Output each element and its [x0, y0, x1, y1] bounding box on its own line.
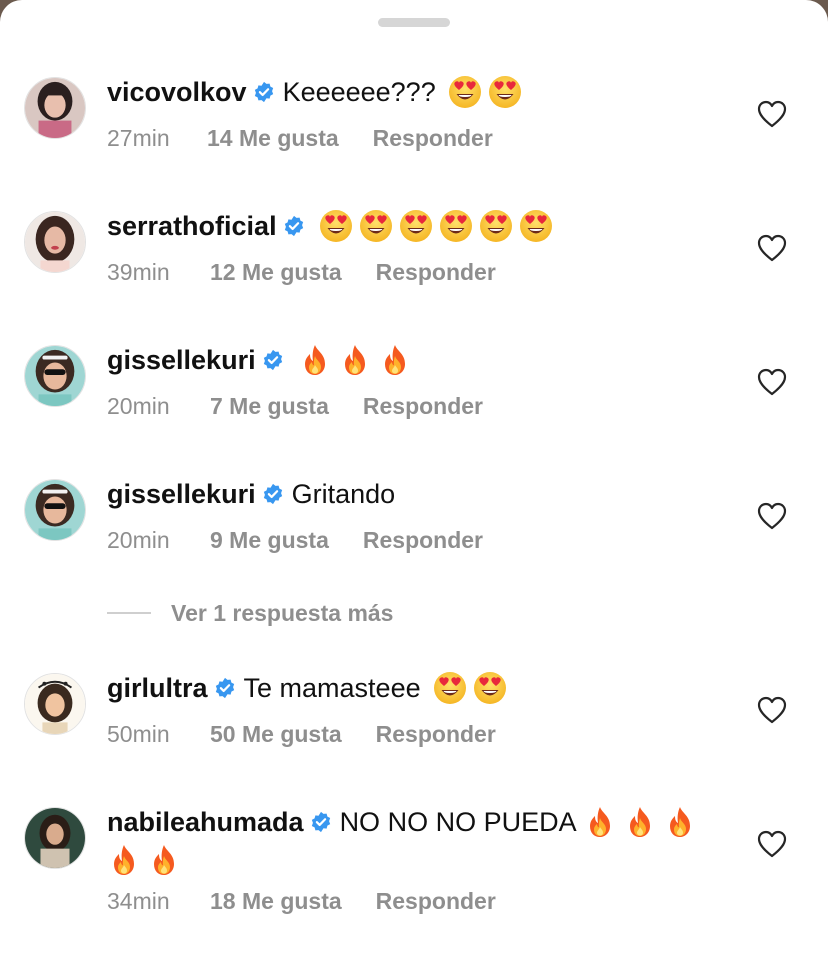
username[interactable]: serrathoficial	[107, 211, 277, 242]
comment-text: NO NO NO PUEDA	[339, 806, 577, 837]
reply-button[interactable]: Responder	[376, 888, 496, 915]
fire-emoji-icon	[623, 805, 657, 839]
like-heart-icon[interactable]	[757, 502, 787, 530]
comment-line: vicovolkov Keeeeee???	[107, 72, 728, 112]
comment-line-continued	[107, 840, 181, 880]
avatar[interactable]	[24, 77, 86, 139]
avatar[interactable]	[24, 211, 86, 273]
comment-meta: 20min 7 Me gusta Responder	[107, 389, 483, 423]
heart-eyes-emoji-icon	[319, 209, 353, 243]
avatar[interactable]	[24, 807, 86, 869]
comment-meta: 27min 14 Me gusta Responder	[107, 121, 493, 155]
reply-button[interactable]: Responder	[363, 527, 483, 554]
fire-emoji-icon	[338, 343, 372, 377]
username[interactable]: girlultra	[107, 673, 208, 704]
verified-badge-icon	[254, 81, 273, 103]
likes-count[interactable]: 18 Me gusta	[210, 888, 342, 915]
verified-badge-icon	[284, 215, 303, 237]
like-heart-icon[interactable]	[757, 830, 787, 858]
view-more-replies[interactable]: Ver 1 respuesta más	[107, 596, 393, 630]
comment-meta: 39min 12 Me gusta Responder	[107, 255, 496, 289]
fire-emoji-icon	[298, 343, 332, 377]
timestamp: 39min	[107, 258, 170, 285]
likes-count[interactable]: 50 Me gusta	[210, 721, 342, 748]
emoji-group	[442, 75, 522, 109]
fire-emoji-icon	[147, 843, 181, 877]
timestamp: 20min	[107, 392, 170, 419]
heart-eyes-emoji-icon	[433, 671, 467, 705]
heart-eyes-emoji-icon	[473, 671, 507, 705]
like-heart-icon[interactable]	[757, 696, 787, 724]
reply-button[interactable]: Responder	[363, 393, 483, 420]
view-more-label: Ver 1 respuesta más	[171, 599, 394, 626]
reply-button[interactable]: Responder	[376, 259, 496, 286]
comment-line: nabileahumada NO NO NO PUEDA	[107, 802, 728, 842]
emoji-group	[292, 343, 412, 377]
emoji-group	[101, 843, 181, 877]
comment-text: Gritando	[291, 478, 396, 509]
comment-line: gissellekuri Gritando	[107, 474, 728, 514]
heart-eyes-emoji-icon	[359, 209, 393, 243]
like-heart-icon[interactable]	[757, 234, 787, 262]
timestamp: 20min	[107, 526, 170, 553]
likes-count[interactable]: 12 Me gusta	[210, 259, 342, 286]
comment-text: Keeeeee???	[282, 76, 436, 107]
heart-eyes-emoji-icon	[479, 209, 513, 243]
username[interactable]: nabileahumada	[107, 807, 304, 838]
username[interactable]: vicovolkov	[107, 77, 247, 108]
comment-meta: 34min 18 Me gusta Responder	[107, 884, 496, 918]
comment-meta: 50min 50 Me gusta Responder	[107, 717, 496, 751]
emoji-group	[427, 671, 507, 705]
emoji-group	[313, 209, 553, 243]
fire-emoji-icon	[663, 805, 697, 839]
comment-line: gissellekuri	[107, 340, 728, 380]
comment-text: Te mamasteee	[243, 672, 421, 703]
reply-button[interactable]: Responder	[373, 125, 493, 152]
avatar[interactable]	[24, 673, 86, 735]
drag-handle[interactable]	[378, 18, 450, 27]
fire-emoji-icon	[107, 843, 141, 877]
username[interactable]: gissellekuri	[107, 345, 256, 376]
verified-badge-icon	[263, 349, 282, 371]
comments-sheet: vicovolkov Keeeeee??? 27min 14 Me gusta …	[0, 0, 828, 961]
likes-count[interactable]: 14 Me gusta	[207, 125, 339, 152]
timestamp: 34min	[107, 887, 170, 914]
timestamp: 50min	[107, 720, 170, 747]
replies-divider	[107, 612, 151, 614]
emoji-group	[577, 805, 697, 839]
reply-button[interactable]: Responder	[376, 721, 496, 748]
heart-eyes-emoji-icon	[488, 75, 522, 109]
avatar[interactable]	[24, 479, 86, 541]
like-heart-icon[interactable]	[757, 368, 787, 396]
heart-eyes-emoji-icon	[439, 209, 473, 243]
comment-meta: 20min 9 Me gusta Responder	[107, 523, 483, 557]
comment-line: girlultra Te mamasteee	[107, 668, 728, 708]
timestamp: 27min	[107, 124, 170, 151]
likes-count[interactable]: 9 Me gusta	[210, 527, 329, 554]
likes-count[interactable]: 7 Me gusta	[210, 393, 329, 420]
heart-eyes-emoji-icon	[448, 75, 482, 109]
verified-badge-icon	[215, 677, 234, 699]
heart-eyes-emoji-icon	[519, 209, 553, 243]
avatar[interactable]	[24, 345, 86, 407]
verified-badge-icon	[311, 811, 330, 833]
heart-eyes-emoji-icon	[399, 209, 433, 243]
verified-badge-icon	[263, 483, 282, 505]
fire-emoji-icon	[378, 343, 412, 377]
like-heart-icon[interactable]	[757, 100, 787, 128]
comment-line: serrathoficial	[107, 206, 728, 246]
username[interactable]: gissellekuri	[107, 479, 256, 510]
fire-emoji-icon	[583, 805, 617, 839]
